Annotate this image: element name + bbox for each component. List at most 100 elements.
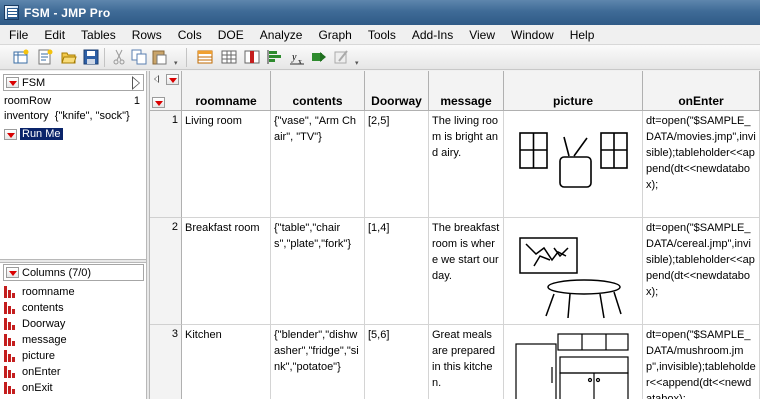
nominal-column-icon xyxy=(4,318,17,330)
menu-help[interactable]: Help xyxy=(561,28,602,42)
menu-file[interactable]: File xyxy=(0,28,35,42)
cell-picture-kitchen[interactable] xyxy=(504,325,643,399)
column-name: contents xyxy=(22,302,64,314)
paste-icon[interactable] xyxy=(150,48,168,66)
cell-picture-breakfast-room[interactable] xyxy=(504,218,643,325)
open-icon[interactable] xyxy=(60,48,78,66)
save-icon[interactable] xyxy=(82,48,100,66)
column-header-contents[interactable]: contents xyxy=(271,71,365,111)
row-number[interactable]: 1 xyxy=(150,111,182,218)
cell-doorway[interactable]: [5,6] xyxy=(365,325,429,399)
cell-onenter[interactable]: dt=open("$SAMPLE_DATA/movies.jmp",invisi… xyxy=(643,111,760,218)
column-name: onExit xyxy=(22,382,53,394)
column-header-onenter[interactable]: onEnter xyxy=(643,71,760,111)
distribution-icon[interactable] xyxy=(266,48,284,66)
table-variable-name: roomRow xyxy=(4,95,52,107)
cell-contents[interactable]: {"table","chairs","plate","fork"} xyxy=(271,218,365,325)
nominal-column-icon xyxy=(4,382,17,394)
menu-rows[interactable]: Rows xyxy=(123,28,169,42)
table-variable-value: {"knife", "sock"} xyxy=(54,110,130,122)
menu-cols[interactable]: Cols xyxy=(169,28,209,42)
menu-add-ins[interactable]: Add-Ins xyxy=(403,28,460,42)
script-popup-menu-icon[interactable] xyxy=(4,128,17,140)
new-script-icon[interactable] xyxy=(36,48,54,66)
grid-corner[interactable] xyxy=(150,71,182,111)
cut-icon[interactable] xyxy=(110,48,128,66)
svg-text:y: y xyxy=(291,52,297,63)
cell-contents[interactable]: {"blender","dishwasher","fridge","sink",… xyxy=(271,325,365,399)
graph-builder-icon[interactable] xyxy=(310,48,328,66)
column-item-onexit[interactable]: onExit xyxy=(4,380,53,396)
columns-count-label: Columns (7/0) xyxy=(22,266,92,279)
new-table-icon[interactable] xyxy=(12,48,30,66)
row-number[interactable]: 2 xyxy=(150,218,182,325)
cell-roomname[interactable]: Living room xyxy=(182,111,271,218)
columns-popup-menu-icon[interactable] xyxy=(6,267,19,278)
disclosure-icon[interactable] xyxy=(132,76,141,90)
table-name: FSM xyxy=(22,76,46,89)
column-name: roomname xyxy=(22,286,75,298)
cell-doorway[interactable]: [1,4] xyxy=(365,218,429,325)
row-number[interactable]: 3 xyxy=(150,325,182,399)
column-name: onEnter xyxy=(22,366,61,378)
menu-tools[interactable]: Tools xyxy=(359,28,403,42)
scroll-left-icon[interactable] xyxy=(154,75,159,83)
menu-bar: File Edit Tables Rows Cols DOE Analyze G… xyxy=(0,25,760,45)
title-bar: FSM - JMP Pro xyxy=(0,0,760,25)
column-item-doorway[interactable]: Doorway xyxy=(4,316,65,332)
kitchen-sketch xyxy=(515,333,629,399)
column-header-doorway[interactable]: Doorway xyxy=(365,71,429,111)
columns-red-triangle-icon[interactable] xyxy=(166,74,179,85)
menu-edit[interactable]: Edit xyxy=(35,28,72,42)
cell-message[interactable]: The breakfast room is where we start our… xyxy=(429,218,504,325)
rows-red-triangle-icon[interactable] xyxy=(152,97,165,108)
cell-message[interactable]: Great meals are prepared in this kitchen… xyxy=(429,325,504,399)
data-grid: roomname contents Doorway message pictur… xyxy=(150,71,760,399)
cell-onenter[interactable]: dt=open("$SAMPLE_DATA/mushroom.jmp",invi… xyxy=(643,325,760,399)
menu-window[interactable]: Window xyxy=(502,28,561,42)
table-icon[interactable] xyxy=(220,48,238,66)
table-popup-menu-icon[interactable] xyxy=(6,77,19,88)
columns-icon[interactable] xyxy=(243,48,261,66)
column-item-onenter[interactable]: onEnter xyxy=(4,364,61,380)
column-item-roomname[interactable]: roomname xyxy=(4,284,75,300)
cell-onenter[interactable]: dt=open("$SAMPLE_DATA/cereal.jmp",invisi… xyxy=(643,218,760,325)
column-name: picture xyxy=(22,350,56,362)
menu-view[interactable]: View xyxy=(460,28,502,42)
cell-contents[interactable]: {"vase", "Arm Chair", "TV"} xyxy=(271,111,365,218)
left-pane: FSM roomRow 1 inventory {"knife", "sock"… xyxy=(0,71,146,399)
cell-roomname[interactable]: Kitchen xyxy=(182,325,271,399)
cell-picture-living-room[interactable] xyxy=(504,111,643,218)
toolbar: ▾ yx ▾ xyxy=(0,45,760,70)
nominal-column-icon xyxy=(4,350,17,362)
table-panel-header[interactable]: FSM xyxy=(3,74,144,91)
column-header-message[interactable]: message xyxy=(429,71,504,111)
script-editor-icon[interactable] xyxy=(332,48,350,66)
cell-doorway[interactable]: [2,5] xyxy=(365,111,429,218)
fit-model-icon[interactable]: yx xyxy=(288,48,306,66)
column-item-picture[interactable]: picture xyxy=(4,348,55,364)
jmp-app-icon xyxy=(4,5,19,20)
menu-analyze[interactable]: Analyze xyxy=(251,28,310,42)
breakfast-room-sketch xyxy=(519,237,622,319)
column-header-picture[interactable]: picture xyxy=(504,71,643,111)
nominal-column-icon xyxy=(4,334,17,346)
menu-graph[interactable]: Graph xyxy=(309,28,358,42)
column-header-roomname[interactable]: roomname xyxy=(182,71,271,111)
panel-splitter[interactable] xyxy=(0,259,146,263)
column-item-message[interactable]: message xyxy=(4,332,67,348)
cell-roomname[interactable]: Breakfast room xyxy=(182,218,271,325)
nominal-column-icon xyxy=(4,302,17,314)
column-name: Doorway xyxy=(22,318,66,330)
menu-tables[interactable]: Tables xyxy=(72,28,123,42)
table-script-run-me[interactable]: Run Me xyxy=(4,126,63,142)
cell-message[interactable]: The living room is bright and airy. xyxy=(429,111,504,218)
data-table-icon[interactable] xyxy=(196,48,214,66)
column-item-contents[interactable]: contents xyxy=(4,300,64,316)
columns-panel-header[interactable]: Columns (7/0) xyxy=(3,264,144,281)
window-title: FSM - JMP Pro xyxy=(24,5,111,20)
table-variable-inventory[interactable]: inventory {"knife", "sock"} xyxy=(4,110,144,124)
table-variable-roomrow[interactable]: roomRow 1 xyxy=(4,95,144,109)
copy-icon[interactable] xyxy=(130,48,148,66)
menu-doe[interactable]: DOE xyxy=(209,28,251,42)
